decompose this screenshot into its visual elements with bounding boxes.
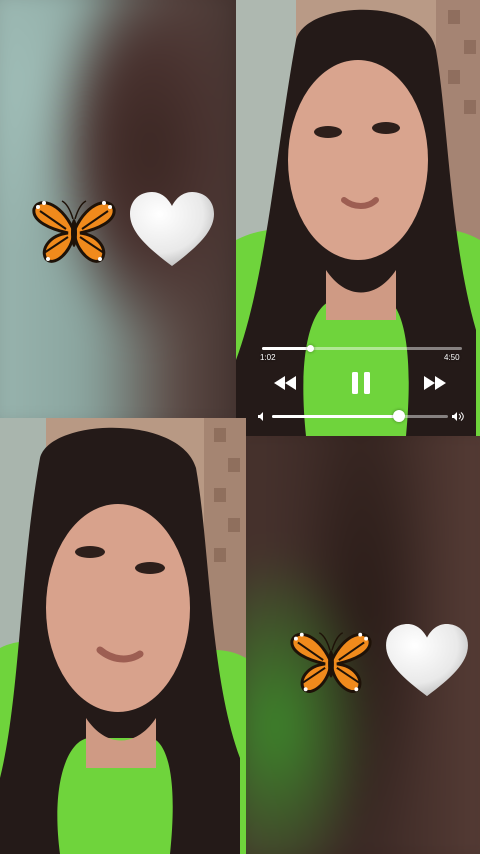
elapsed-time: 1:02 bbox=[260, 353, 276, 362]
progress-knob[interactable] bbox=[306, 345, 314, 352]
fast-forward-button[interactable] bbox=[424, 376, 446, 395]
fast-forward-icon bbox=[424, 376, 446, 390]
volume-track[interactable] bbox=[272, 415, 448, 418]
duration-time: 4:50 bbox=[444, 353, 460, 362]
volume-knob[interactable] bbox=[392, 410, 405, 422]
progress-fill bbox=[262, 347, 310, 350]
top-left-blurred-panel bbox=[0, 0, 236, 418]
volume-low-icon bbox=[258, 412, 263, 421]
bottom-left-video-panel bbox=[0, 418, 246, 854]
pause-icon bbox=[352, 372, 370, 394]
person-photo bbox=[0, 418, 246, 854]
pause-button[interactable] bbox=[352, 372, 370, 399]
rewind-button[interactable] bbox=[274, 376, 296, 395]
rewind-icon bbox=[274, 376, 296, 390]
progress-track[interactable] bbox=[262, 347, 462, 350]
volume-fill bbox=[272, 415, 399, 418]
volume-high-icon bbox=[452, 412, 464, 421]
butterfly-icon bbox=[32, 200, 116, 263]
top-right-video-panel: 1:02 4:50 bbox=[236, 0, 480, 436]
white-heart-icon bbox=[386, 623, 468, 697]
bottom-right-blurred-panel bbox=[246, 436, 480, 854]
white-heart-icon bbox=[130, 192, 214, 266]
butterfly-icon bbox=[290, 632, 372, 693]
music-player-overlay: 1:02 4:50 bbox=[248, 336, 472, 432]
sticker-row-top bbox=[30, 190, 216, 270]
sticker-row-bottom bbox=[288, 622, 470, 700]
